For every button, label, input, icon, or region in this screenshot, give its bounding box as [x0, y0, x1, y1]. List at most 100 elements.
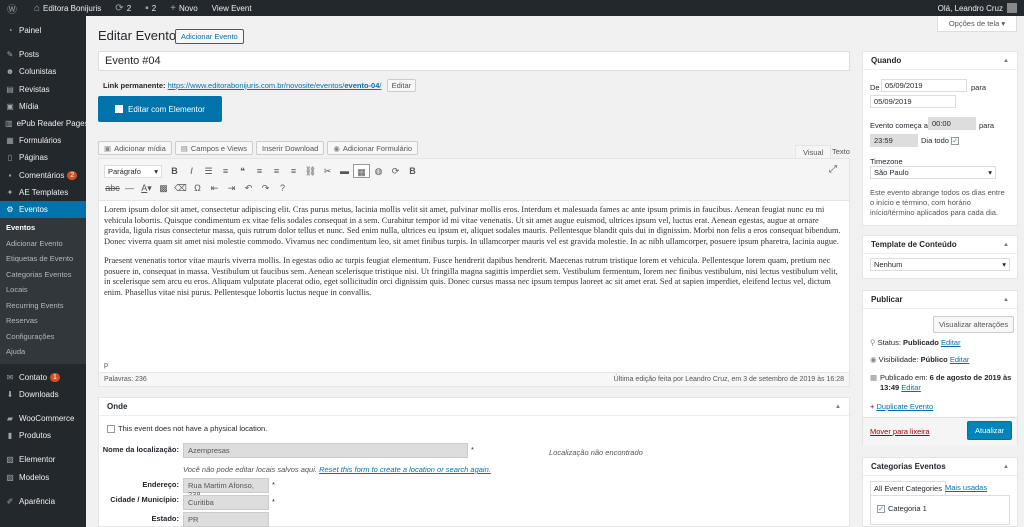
tab-most-used[interactable]: Mais usadas	[945, 483, 987, 492]
update-button[interactable]: Atualizar	[967, 421, 1013, 440]
event-title-input[interactable]: Evento #04	[98, 51, 850, 71]
submenu-adicionar-evento[interactable]: Adicionar Evento	[0, 236, 86, 252]
duplicate-event-link[interactable]: Duplicate Evento	[876, 402, 933, 411]
timezone-select[interactable]: São Paulo ▾	[870, 166, 996, 179]
numbered-list-icon[interactable]: ≡	[217, 164, 234, 178]
edit-status-link[interactable]: Editar	[941, 338, 961, 347]
menu-midia[interactable]: ▣ Mídia	[0, 98, 86, 115]
align-center-icon[interactable]: ≡	[268, 164, 285, 178]
start-time-input[interactable]: 00:00	[928, 117, 976, 130]
menu-downloads[interactable]: ⬇ Downloads	[0, 386, 86, 403]
blockquote-icon[interactable]: ❝	[234, 164, 251, 178]
editor-content[interactable]: Lorem ipsum dolor sit amet, consectetur …	[104, 205, 846, 307]
comments-link[interactable]: ▪ 2	[138, 0, 163, 16]
site-name-link[interactable]: ⌂ Editora Bonijuris	[27, 0, 108, 16]
template-select[interactable]: Nenhum ▾	[870, 258, 1010, 271]
bold-icon[interactable]: B	[166, 164, 183, 178]
template-header[interactable]: Template de Conteúdo ▲	[863, 236, 1017, 254]
add-media-button[interactable]: ▣ Adicionar mídia	[98, 141, 172, 155]
updates-link[interactable]: ⟳ 2	[108, 0, 138, 16]
address-input[interactable]: Rua Martim Afonso, 238	[183, 478, 269, 499]
quando-header[interactable]: Quando ▲	[863, 52, 1017, 70]
more-tag-icon[interactable]: ▬	[336, 164, 353, 178]
onde-header[interactable]: Onde ▲	[99, 398, 849, 416]
menu-aparencia[interactable]: ✐ Aparência	[0, 493, 86, 510]
wp-logo-button[interactable]: Ⓦ	[0, 0, 27, 16]
fields-views-button[interactable]: ▤ Campos e Views	[174, 141, 254, 155]
permalink-link[interactable]: https://www.editorabonijuris.com.br/novo…	[168, 81, 382, 90]
menu-woocommerce[interactable]: ▰ WooCommerce	[0, 410, 86, 427]
bullet-list-icon[interactable]: ☰	[200, 164, 217, 178]
submenu-configuracoes[interactable]: Configurações	[0, 329, 86, 345]
submenu-etiquetas[interactable]: Etiquetas de Evento	[0, 251, 86, 267]
all-day-checkbox[interactable]: Dia todo ✓	[921, 136, 962, 146]
menu-colunistas[interactable]: ☻ Colunistas	[0, 63, 86, 80]
submenu-reservas[interactable]: Reservas	[0, 313, 86, 329]
publicar-header[interactable]: Publicar ▲	[863, 291, 1017, 309]
view-event-link[interactable]: View Event	[205, 0, 259, 16]
state-input[interactable]: PR	[183, 512, 269, 527]
insert-download-button[interactable]: Inserir Download	[256, 141, 325, 155]
submenu-eventos[interactable]: Eventos	[0, 220, 86, 236]
end-time-input[interactable]: 23:59	[870, 134, 918, 147]
refresh-icon[interactable]: ⟳	[387, 164, 404, 178]
menu-ae-templates[interactable]: ✦ AE Templates	[0, 184, 86, 201]
edit-with-elementor-button[interactable]: Editar com Elementor	[98, 96, 222, 122]
move-to-trash-link[interactable]: Mover para lixeira	[870, 427, 930, 436]
submenu-ajuda[interactable]: Ajuda	[0, 344, 86, 360]
bootstrap-icon[interactable]: B	[404, 164, 421, 178]
menu-paginas[interactable]: ▯ Páginas	[0, 149, 86, 166]
location-name-input[interactable]: Azempresas	[183, 443, 468, 458]
indent-icon[interactable]: ⇥	[223, 181, 240, 195]
menu-posts[interactable]: ✎ Posts	[0, 46, 86, 63]
menu-epub[interactable]: ▥ ePub Reader Pages	[0, 115, 89, 132]
add-form-button[interactable]: ◉ Adicionar Formulário	[327, 141, 419, 155]
end-date-input[interactable]: 05/09/2019	[870, 95, 956, 108]
italic-icon[interactable]: I	[183, 164, 200, 178]
add-event-button[interactable]: Adicionar Evento	[175, 29, 244, 44]
no-location-checkbox[interactable]: This event does not have a physical loca…	[107, 424, 267, 434]
city-input[interactable]: Curitiba	[183, 495, 269, 510]
edit-date-link[interactable]: Editar	[901, 383, 921, 392]
submenu-categorias[interactable]: Categorias Eventos	[0, 267, 86, 283]
menu-elementor[interactable]: ▧ Elementor	[0, 451, 86, 468]
format-select[interactable]: Parágrafo ▾	[104, 164, 162, 178]
reset-form-link[interactable]: Reset this form to create a location or …	[319, 465, 491, 474]
menu-produtos[interactable]: ▮ Produtos	[0, 427, 86, 444]
paste-text-icon[interactable]: ▩	[155, 181, 172, 195]
categorias-header[interactable]: Categorias Eventos ▲	[863, 458, 1017, 476]
toolbar-toggle-icon[interactable]: ▦	[353, 164, 370, 178]
tab-all-categories[interactable]: All Event Categories	[870, 481, 946, 495]
user-account-link[interactable]: Olá, Leandro Cruz	[931, 0, 1024, 16]
shortcode-icon[interactable]: ◍	[370, 164, 387, 178]
preview-changes-button[interactable]: Visualizar alterações	[933, 316, 1015, 333]
text-color-icon[interactable]: A▾	[138, 181, 155, 195]
menu-comentarios[interactable]: ▪ Comentários 2	[0, 167, 86, 184]
horizontal-line-icon[interactable]: —	[121, 181, 138, 195]
align-left-icon[interactable]: ≡	[251, 164, 268, 178]
start-date-input[interactable]: 05/09/2019	[881, 79, 967, 92]
menu-painel[interactable]: ◔ Painel	[0, 22, 86, 39]
tab-text[interactable]: Texto	[825, 145, 857, 159]
category-item[interactable]: ✓ Categoria 1	[877, 504, 927, 514]
new-content-link[interactable]: + Novo	[163, 0, 205, 16]
link-icon[interactable]: ⛓	[302, 164, 319, 178]
menu-contato[interactable]: ✉ Contato 1	[0, 369, 86, 386]
fullscreen-icon[interactable]: ⤢	[829, 164, 843, 175]
permalink-edit-button[interactable]: Editar	[386, 79, 417, 92]
strikethrough-icon[interactable]: abc	[104, 181, 121, 195]
redo-icon[interactable]: ↷	[257, 181, 274, 195]
special-char-icon[interactable]: Ω	[189, 181, 206, 195]
undo-icon[interactable]: ↶	[240, 181, 257, 195]
menu-revistas[interactable]: ▤ Revistas	[0, 81, 86, 98]
screen-options-button[interactable]: Opções de tela ▾	[937, 16, 1017, 32]
help-icon[interactable]: ?	[274, 181, 291, 195]
outdent-icon[interactable]: ⇤	[206, 181, 223, 195]
submenu-recurring[interactable]: Recurring Events	[0, 298, 86, 314]
unlink-icon[interactable]: ✂	[319, 164, 336, 178]
menu-eventos[interactable]: ⚙ Eventos	[0, 200, 86, 219]
edit-visibility-link[interactable]: Editar	[950, 355, 970, 364]
menu-formularios[interactable]: ▦ Formulários	[0, 132, 86, 149]
clear-format-icon[interactable]: ⌫	[172, 181, 189, 195]
submenu-locais[interactable]: Locais	[0, 282, 86, 298]
